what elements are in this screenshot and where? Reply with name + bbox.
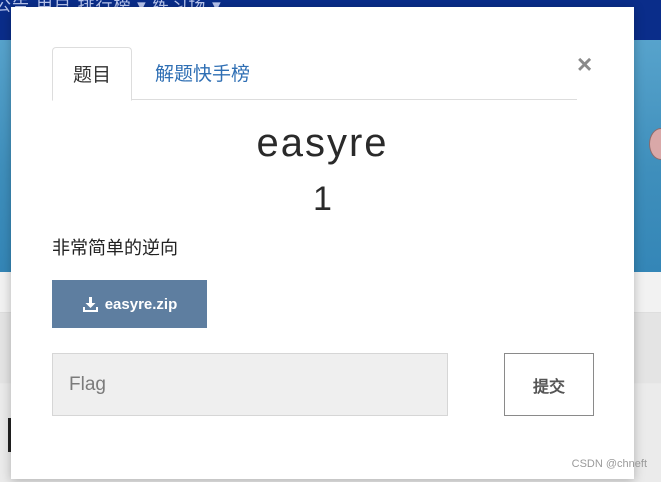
tab-challenge[interactable]: 题目 (52, 47, 133, 101)
download-icon (82, 296, 99, 313)
challenge-description: 非常简单的逆向 (52, 238, 178, 258)
watermark: CSDN @chneft (571, 458, 647, 470)
challenge-name: easyre (256, 121, 389, 165)
flag-input[interactable] (52, 353, 448, 416)
challenge-modal: × 题目 解题快手榜 easyre 1 非常简单的逆向 easyre.zip 提… (11, 7, 634, 479)
close-icon[interactable]: × (577, 51, 592, 77)
submit-button[interactable]: 提交 (504, 353, 594, 416)
tab-fastest-solvers[interactable]: 解题快手榜 (135, 47, 270, 99)
modal-tabs: 题目 解题快手榜 (52, 47, 577, 101)
challenge-value: 1 (313, 180, 332, 218)
download-label: easyre.zip (104, 295, 178, 313)
download-button[interactable]: easyre.zip (52, 280, 207, 328)
